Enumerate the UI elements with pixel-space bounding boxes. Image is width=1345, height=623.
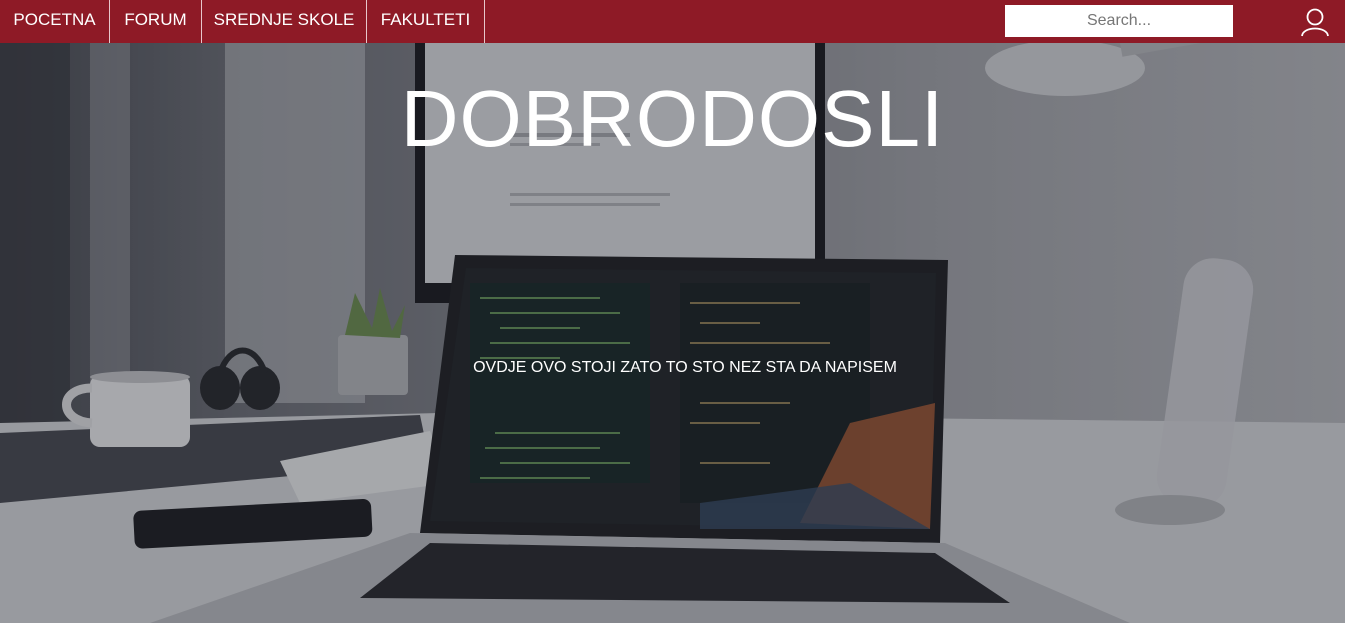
nav-link-srednje-skole[interactable]: SREDNJE SKOLE	[202, 0, 367, 43]
user-icon[interactable]	[1300, 7, 1330, 37]
nav-link-pocetna[interactable]: POCETNA	[0, 0, 110, 43]
nav-link-fakulteti[interactable]: FAKULTETI	[367, 0, 485, 43]
hero-section: DOBRODOSLI OVDJE OVO STOJI ZATO TO STO N…	[0, 43, 1345, 623]
top-navbar: POCETNA FORUM SREDNJE SKOLE FAKULTETI	[0, 0, 1345, 43]
hero-title: DOBRODOSLI	[400, 74, 945, 163]
search-input[interactable]	[1005, 5, 1233, 37]
nav-link-forum[interactable]: FORUM	[110, 0, 202, 43]
hero-subtitle: OVDJE OVO STOJI ZATO TO STO NEZ STA DA N…	[473, 359, 897, 376]
